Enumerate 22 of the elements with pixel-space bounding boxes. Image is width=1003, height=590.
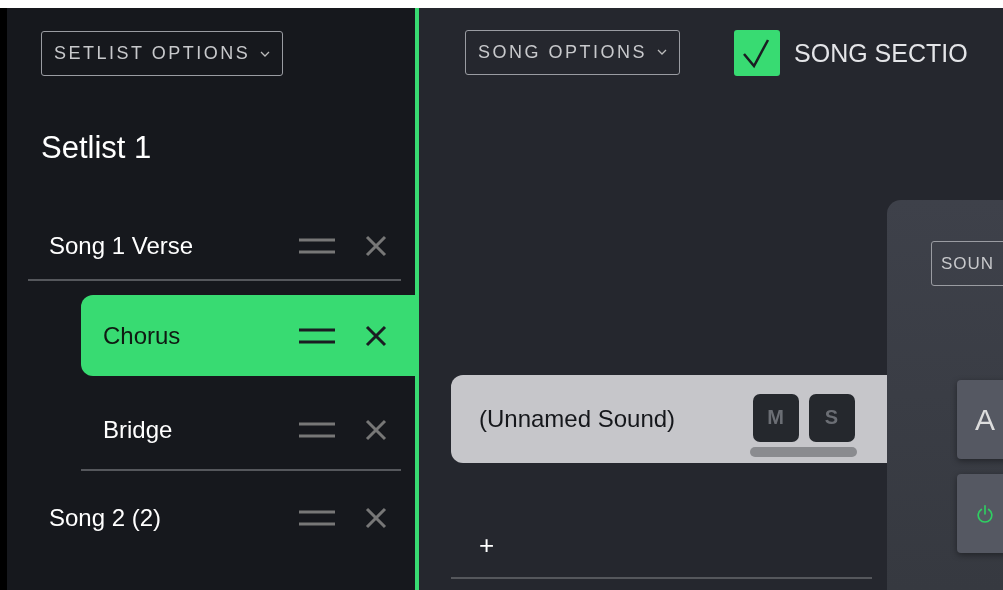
- checkbox-label: SONG SECTIO: [794, 38, 968, 68]
- add-sound-button[interactable]: +: [479, 527, 495, 563]
- sound-button[interactable]: A: [957, 380, 1003, 459]
- power-icon: [975, 503, 995, 524]
- close-icon[interactable]: [365, 324, 387, 347]
- chevron-down-icon: [260, 50, 271, 57]
- sound-options-dropdown[interactable]: SOUN: [931, 241, 1003, 286]
- close-icon[interactable]: [365, 235, 387, 257]
- section-item[interactable]: Chorus: [81, 295, 415, 376]
- drag-handle-icon[interactable]: [299, 236, 335, 256]
- drag-handle-icon[interactable]: [299, 508, 335, 528]
- chevron-down-icon: [657, 49, 668, 55]
- setlist-options-dropdown[interactable]: SETLIST OPTIONS: [41, 31, 284, 76]
- close-icon[interactable]: [365, 507, 387, 529]
- section-item[interactable]: Bridge: [81, 390, 401, 471]
- song-options-dropdown[interactable]: SONG OPTIONS: [465, 29, 681, 75]
- song-item[interactable]: Song 1 Verse: [28, 213, 401, 281]
- close-icon[interactable]: [365, 418, 387, 441]
- song-sections-checkbox[interactable]: [734, 30, 781, 76]
- setlist-title: Setlist 1: [41, 130, 153, 167]
- song-item[interactable]: Song 2 (2): [28, 485, 401, 551]
- sound-name: (Unnamed Sound): [479, 405, 677, 433]
